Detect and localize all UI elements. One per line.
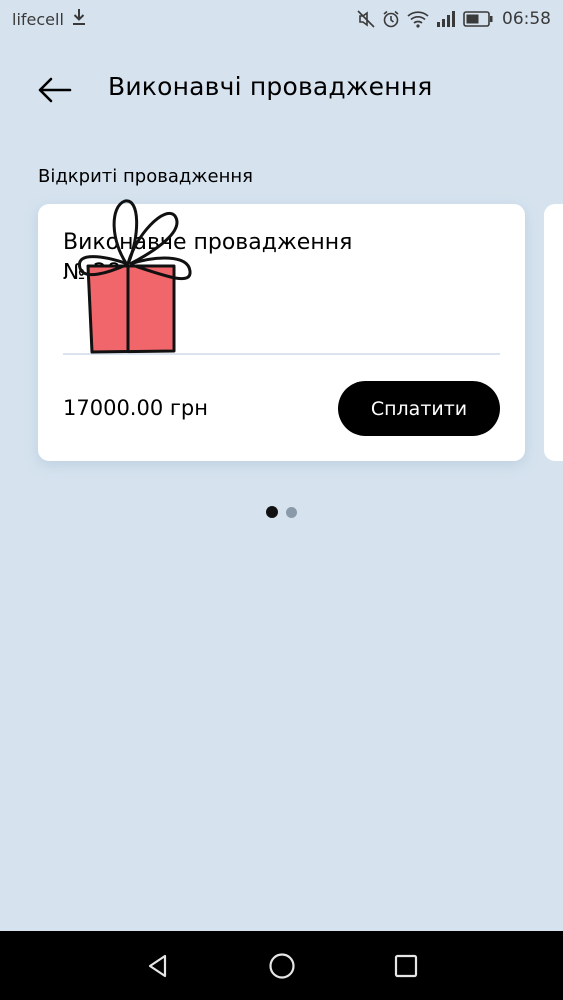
home-circle-icon (268, 952, 295, 979)
back-triangle-icon (148, 954, 166, 977)
nav-recents-button[interactable] (386, 946, 426, 986)
signal-icon (436, 10, 456, 28)
download-icon (71, 8, 87, 30)
arrow-left-icon (38, 77, 72, 103)
nav-back-button[interactable] (138, 946, 178, 986)
battery-icon (463, 11, 493, 27)
carrier-label: lifecell (12, 9, 64, 29)
pagination-dot-active[interactable] (266, 506, 278, 518)
system-nav-bar (0, 931, 563, 1000)
mute-icon (357, 10, 375, 28)
gift-icon (78, 199, 192, 354)
status-right: 06:58 (357, 9, 551, 29)
status-left: lifecell (12, 8, 87, 30)
back-button[interactable] (32, 68, 76, 112)
section-title: Відкриті провадження (38, 166, 253, 187)
pagination-dot[interactable] (286, 506, 297, 518)
app-header: Виконавчі провадження (0, 60, 563, 118)
alarm-icon (382, 10, 400, 28)
nav-home-button[interactable] (262, 946, 302, 986)
next-card-peek[interactable] (544, 204, 563, 461)
recents-square-icon (394, 954, 417, 977)
card-pagination (266, 506, 297, 518)
case-amount: 17000.00 грн (63, 396, 208, 420)
page-title: Виконавчі провадження (108, 72, 433, 101)
clock-time: 06:58 (502, 9, 551, 29)
pay-button[interactable]: Сплатити (338, 381, 500, 436)
wifi-icon (407, 10, 429, 28)
status-bar: lifecell 06:58 (0, 0, 563, 38)
